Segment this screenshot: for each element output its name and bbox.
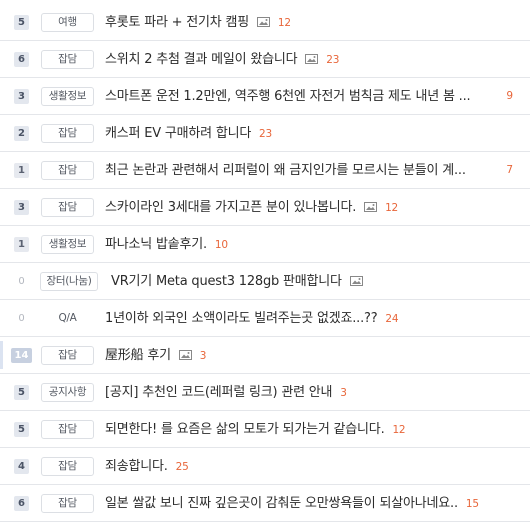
recommend-count: 3	[14, 89, 29, 104]
comment-count[interactable]: 23	[259, 128, 272, 140]
recommend-count: 2	[14, 126, 29, 141]
post-title[interactable]: [공지] 추천인 코드(레퍼럴 링크) 관련 안내	[105, 385, 333, 400]
post-title[interactable]: 스카이라인 3세대를 가지고픈 분이 있나봅니다.	[105, 200, 356, 215]
post-title-container[interactable]: 일본 쌀값 보니 진짜 깊은곳이 감춰둔 오만쌍욕들이 되살아나네요.. 15	[105, 485, 479, 522]
post-title-container[interactable]: 스카이라인 3세대를 가지고픈 분이 있나봅니다. 12	[105, 189, 398, 226]
recommend-count: 6	[14, 496, 29, 511]
comment-count[interactable]: 3	[340, 387, 347, 399]
category-badge[interactable]: 잡담	[41, 198, 94, 217]
comment-count[interactable]: 3	[200, 350, 207, 362]
table-row[interactable]: 14 잡담 屋形船 후기 3	[0, 337, 530, 374]
table-row[interactable]: 5 공지사항 [공지] 추천인 코드(레퍼럴 링크) 관련 안내 3	[0, 374, 530, 411]
comment-count[interactable]: 24	[385, 313, 398, 325]
image-icon	[178, 350, 192, 360]
post-title-container[interactable]: 후롯토 파라 + 전기차 캠핑 12	[105, 4, 291, 41]
recommend-count: 14	[11, 348, 32, 363]
recommend-count: 5	[14, 15, 29, 30]
post-title[interactable]: 1년이하 외국인 소액이라도 빌려주는곳 없겠죠...??	[105, 311, 378, 326]
table-row[interactable]: 5 잡담 되면한다! 를 요즘은 삶의 모토가 되가는거 같습니다. 12	[0, 411, 530, 448]
post-title[interactable]: 캐스퍼 EV 구매하려 합니다	[105, 126, 251, 141]
comment-count[interactable]: 9	[506, 78, 513, 115]
post-title-container[interactable]: 1년이하 외국인 소액이라도 빌려주는곳 없겠죠...?? 24	[105, 300, 399, 337]
post-title[interactable]: 후롯토 파라 + 전기차 캠핑	[105, 15, 249, 30]
category-badge[interactable]: 잡담	[41, 161, 94, 180]
post-title[interactable]: 죄송합니다.	[105, 459, 168, 474]
category-badge[interactable]: 장터(나눔)	[40, 272, 98, 291]
table-row[interactable]: 6 잡담 스위치 2 추첨 결과 메일이 왔습니다 23	[0, 41, 530, 78]
post-title-container[interactable]: 스마트폰 운전 1.2만엔, 역주행 6천엔 자전거 범칙금 제도 내년 봄 .…	[105, 78, 471, 115]
post-title[interactable]: 되면한다! 를 요즘은 삶의 모토가 되가는거 같습니다.	[105, 422, 385, 437]
table-row[interactable]: 1 생활정보 파나소닉 밥솥후기. 10	[0, 226, 530, 263]
post-title-container[interactable]: [공지] 추천인 코드(레퍼럴 링크) 관련 안내 3	[105, 374, 347, 411]
image-icon	[305, 54, 319, 64]
category-badge[interactable]: 잡담	[41, 420, 94, 439]
post-title-container[interactable]: 파나소닉 밥솥후기. 10	[105, 226, 228, 263]
recommend-count: 5	[14, 385, 29, 400]
post-title[interactable]: 최근 논란과 관련해서 리퍼럴이 왜 금지인가를 모르시는 분들이 계...	[105, 163, 466, 178]
category-badge[interactable]: 잡담	[41, 457, 94, 476]
post-title-container[interactable]: 屋形船 후기 3	[105, 337, 206, 374]
category-badge[interactable]: 공지사항	[41, 383, 94, 402]
comment-count[interactable]: 25	[176, 461, 189, 473]
post-title-container[interactable]: 캐스퍼 EV 구매하려 합니다 23	[105, 115, 272, 152]
post-title-container[interactable]: 죄송합니다. 25	[105, 448, 189, 485]
post-title-container[interactable]: 최근 논란과 관련해서 리퍼럴이 왜 금지인가를 모르시는 분들이 계...	[105, 152, 466, 189]
image-icon	[364, 202, 378, 212]
post-title[interactable]: 일본 쌀값 보니 진짜 깊은곳이 감춰둔 오만쌍욕들이 되살아나네요..	[105, 496, 458, 511]
post-title-container[interactable]: 스위치 2 추첨 결과 메일이 왔습니다 23	[105, 41, 339, 78]
category-badge[interactable]: 잡담	[41, 494, 94, 513]
table-row[interactable]: 3 잡담 스카이라인 3세대를 가지고픈 분이 있나봅니다. 12	[0, 189, 530, 226]
category-badge[interactable]: 잡담	[41, 50, 94, 69]
table-row[interactable]: 3 생활정보 스마트폰 운전 1.2만엔, 역주행 6천엔 자전거 범칙금 제도…	[0, 78, 530, 115]
category-badge[interactable]: 생활정보	[41, 235, 94, 254]
category-badge[interactable]: 여행	[41, 13, 94, 32]
post-title[interactable]: 屋形船 후기	[105, 348, 171, 363]
comment-count[interactable]: 12	[278, 17, 291, 29]
comment-count[interactable]: 15	[466, 498, 479, 510]
recommend-count: 0	[14, 311, 29, 326]
recommend-count: 5	[14, 422, 29, 437]
comment-count[interactable]: 23	[326, 54, 339, 66]
comment-count[interactable]: 7	[506, 152, 513, 189]
recommend-count: 1	[14, 237, 29, 252]
recommend-count: 3	[14, 200, 29, 215]
table-row[interactable]: 6 잡담 일본 쌀값 보니 진짜 깊은곳이 감춰둔 오만쌍욕들이 되살아나네요.…	[0, 485, 530, 522]
recommend-count: 4	[14, 459, 29, 474]
post-title[interactable]: VR기기 Meta quest3 128gb 판매합니다	[111, 274, 342, 289]
image-icon	[349, 276, 363, 286]
recommend-count: 6	[14, 52, 29, 67]
post-list: 5 여행 후롯토 파라 + 전기차 캠핑 12 6 잡담 스위치 2 추첨 결과…	[0, 0, 530, 531]
table-row[interactable]: 4 잡담 죄송합니다. 25	[0, 448, 530, 485]
post-title-container[interactable]: VR기기 Meta quest3 128gb 판매합니다	[111, 263, 363, 300]
table-row[interactable]: 0 장터(나눔) VR기기 Meta quest3 128gb 판매합니다	[0, 263, 530, 300]
category-badge[interactable]: Q/A	[41, 309, 94, 328]
comment-count[interactable]: 12	[385, 202, 398, 214]
comment-count[interactable]: 12	[392, 424, 405, 436]
table-row[interactable]: 1 잡담 최근 논란과 관련해서 리퍼럴이 왜 금지인가를 모르시는 분들이 계…	[0, 152, 530, 189]
comment-count[interactable]: 10	[215, 239, 228, 251]
table-row[interactable]: 0 Q/A 1년이하 외국인 소액이라도 빌려주는곳 없겠죠...?? 24	[0, 300, 530, 337]
table-row[interactable]: 2 잡담 캐스퍼 EV 구매하려 합니다 23	[0, 115, 530, 152]
category-badge[interactable]: 잡담	[41, 124, 94, 143]
category-badge[interactable]: 생활정보	[41, 87, 94, 106]
post-title-container[interactable]: 되면한다! 를 요즘은 삶의 모토가 되가는거 같습니다. 12	[105, 411, 406, 448]
post-title[interactable]: 스위치 2 추첨 결과 메일이 왔습니다	[105, 52, 298, 67]
recommend-count: 1	[14, 163, 29, 178]
table-row[interactable]: 5 여행 후롯토 파라 + 전기차 캠핑 12	[0, 4, 530, 41]
post-title[interactable]: 스마트폰 운전 1.2만엔, 역주행 6천엔 자전거 범칙금 제도 내년 봄 .…	[105, 89, 471, 104]
image-icon	[256, 17, 270, 27]
category-badge[interactable]: 잡담	[41, 346, 94, 365]
post-title[interactable]: 파나소닉 밥솥후기.	[105, 237, 207, 252]
recommend-count: 0	[14, 274, 29, 289]
